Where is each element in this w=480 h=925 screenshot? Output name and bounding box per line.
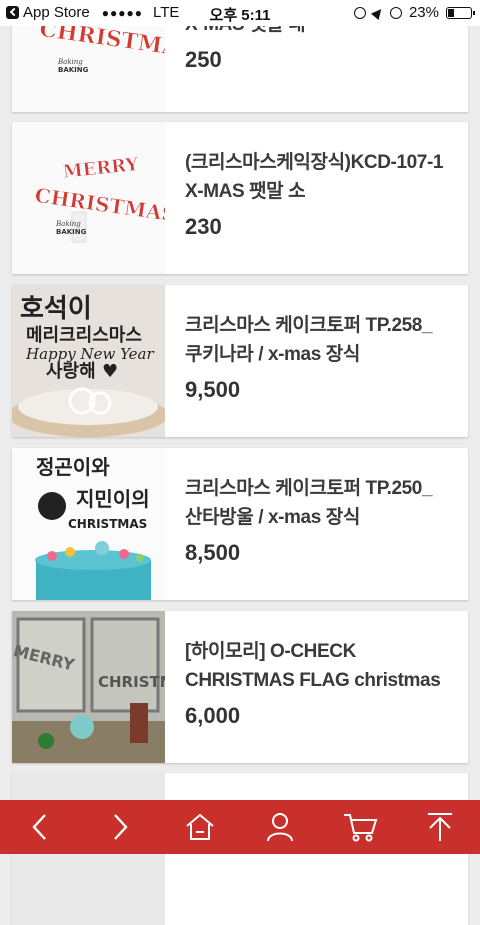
back-icon xyxy=(32,814,46,840)
status-bar: App Store ●●●●● LTE 오후 5:11 23% xyxy=(0,0,480,26)
product-card[interactable]: 호석이 메리크리스마스 Happy New Year 사랑해 ♥ 크리스마스 케… xyxy=(12,285,468,437)
product-name[interactable]: (크리스마스케익장식)KCD-107-1 X-MAS 팻말 소 xyxy=(185,148,448,206)
product-price: 9,500 xyxy=(185,377,241,402)
battery-icon xyxy=(446,6,475,19)
forward-icon xyxy=(114,814,128,840)
svg-text:Baking: Baking xyxy=(55,220,81,228)
svg-text:BAKING: BAKING xyxy=(58,66,89,74)
home-icon xyxy=(186,813,214,840)
cart-icon xyxy=(344,814,378,842)
bottom-nav xyxy=(0,800,480,854)
product-card[interactable]: MERRY CHRISTM [하이모리] O-CHECK CHRISTMAS F… xyxy=(12,611,468,763)
product-thumbnail[interactable]: MERRY CHRISTMAS Baking BAKING xyxy=(12,122,165,274)
status-right: 23% xyxy=(353,4,475,21)
santa-christmas-cake-topper-image: 정곤이와 지민이의 CHRISTMAS xyxy=(12,448,165,600)
product-card[interactable]: MERRY CHRISTMAS Baking BAKING (크리스마스케익장식… xyxy=(12,122,468,274)
svg-text:호석이: 호석이 xyxy=(20,294,92,324)
forward-button[interactable] xyxy=(90,800,150,854)
product-name[interactable]: 크리스마스 케이크토퍼 TP.250_산타방울 / x-mas 장식 xyxy=(185,474,448,532)
svg-text:사랑해 ♥: 사랑해 ♥ xyxy=(46,361,118,382)
product-thumbnail[interactable]: 정곤이와 지민이의 CHRISTMAS xyxy=(12,448,165,600)
home-button[interactable] xyxy=(170,800,230,854)
product-name[interactable]: [하이모리] O-CHECK CHRISTMAS FLAG christmas … xyxy=(185,637,448,695)
rotation-lock-icon xyxy=(353,6,366,19)
cart-button[interactable] xyxy=(330,800,390,854)
merry-christmas-topper-image: MERRY CHRISTMAS Baking BAKING xyxy=(12,122,165,274)
user-icon xyxy=(267,813,293,842)
product-price: 230 xyxy=(185,214,222,239)
product-thumbnail[interactable]: MERRY CHRISTM xyxy=(12,611,165,763)
scroll-top-button[interactable] xyxy=(410,800,470,854)
location-icon xyxy=(370,5,386,20)
product-price: 8,500 xyxy=(185,540,241,565)
svg-text:메리크리스마스: 메리크리스마스 xyxy=(26,325,142,346)
product-card[interactable]: 정곤이와 지민이의 CHRISTMAS 크리스마스 케이크토퍼 TP.250_산… xyxy=(12,448,468,600)
svg-text:CHRISTM: CHRISTM xyxy=(98,673,165,691)
back-button[interactable] xyxy=(10,800,70,854)
battery-percent: 23% xyxy=(408,4,439,21)
scroll-top-icon xyxy=(428,813,452,841)
my-page-button[interactable] xyxy=(250,800,310,854)
alarm-icon xyxy=(389,6,402,19)
product-thumbnail[interactable]: 호석이 메리크리스마스 Happy New Year 사랑해 ♥ xyxy=(12,285,165,437)
svg-text:지민이의: 지민이의 xyxy=(76,487,150,511)
product-name[interactable]: 크리스마스 케이크토퍼 TP.258_쿠키나라 / x-mas 장식 xyxy=(185,311,448,369)
svg-text:Baking: Baking xyxy=(57,58,83,66)
christmas-flag-window-image: MERRY CHRISTM xyxy=(12,611,165,763)
svg-text:BAKING: BAKING xyxy=(56,228,87,236)
svg-text:CHRISTMAS: CHRISTMAS xyxy=(68,517,147,531)
product-price: 250 xyxy=(185,47,222,72)
happy-new-year-cake-topper-image: 호석이 메리크리스마스 Happy New Year 사랑해 ♥ xyxy=(12,285,165,437)
svg-text:정곤이와: 정곤이와 xyxy=(36,455,110,479)
product-price: 6,000 xyxy=(185,703,241,728)
